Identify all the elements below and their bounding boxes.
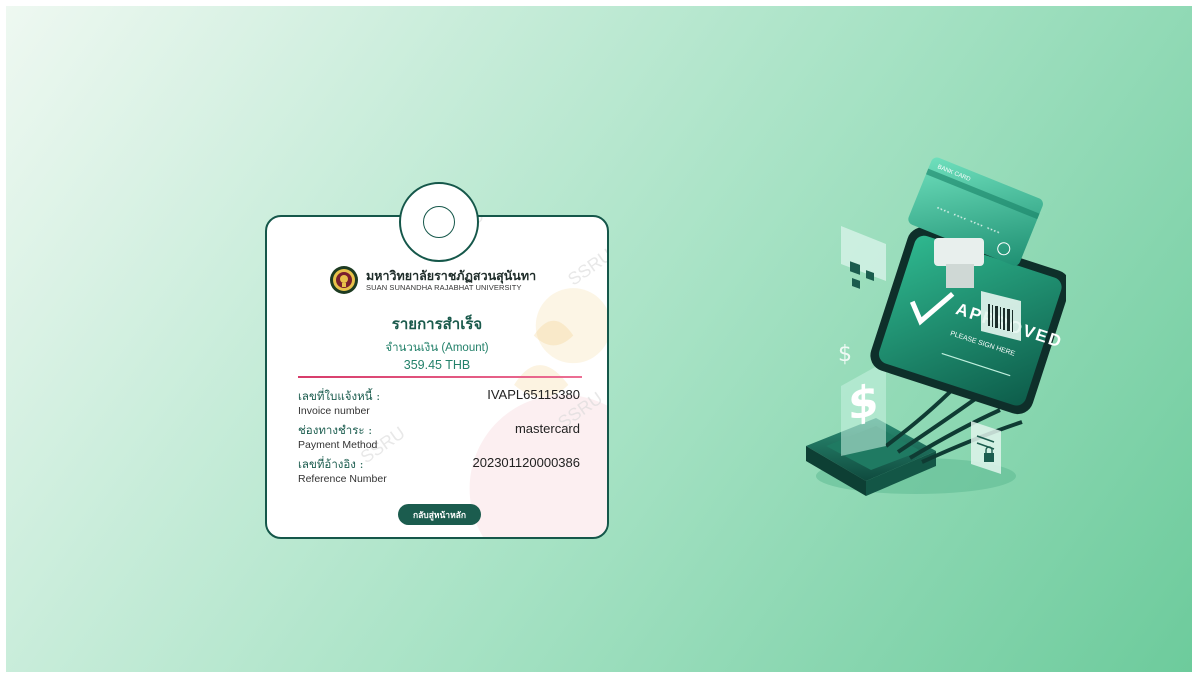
invoice-number-label-en: Invoice number	[298, 405, 370, 417]
back-to-home-button[interactable]: กลับสู่หน้าหลัก	[398, 504, 481, 525]
amount-label: จำนวนเงิน (Amount)	[385, 342, 489, 354]
dollar-icon: $	[848, 375, 879, 431]
reference-number-value: 202301120000386	[472, 455, 581, 470]
divider	[298, 376, 582, 378]
invoice-number-label-th: เลขที่ใบแจ้งหนี้ :	[298, 389, 381, 403]
page-background: SSRU SSRU SSRU SSRU มหาวิทยาลัยราชภัฏสวน…	[6, 6, 1192, 672]
university-name-en: SUAN SUNANDHA RAJABHAT UNIVERSITY	[366, 283, 522, 292]
payment-approved-illustration: $ $ APPROVED PLEASE SIGN HERE BANK CARD …	[806, 157, 1066, 496]
success-circle-icon	[399, 182, 479, 262]
invoice-number-value: IVAPL65115380	[487, 387, 580, 402]
university-emblem-icon	[330, 266, 358, 294]
payment-method-label-th: ช่องทางชำระ :	[298, 423, 373, 437]
amount-value: 359.45 THB	[403, 358, 471, 372]
university-name-th: มหาวิทยาลัยราชภัฏสวนสุนันทา	[366, 268, 537, 283]
payment-method-value: mastercard	[514, 421, 580, 436]
payment-method-label-en: Payment Method	[298, 439, 378, 451]
status-ring	[423, 206, 455, 238]
reference-number-label-en: Reference Number	[298, 473, 387, 485]
dollar-small-icon: $	[838, 342, 852, 367]
page-title: รายการสำเร็จ	[391, 315, 483, 333]
reference-number-label-th: เลขที่อ้างอิง :	[298, 457, 364, 471]
qr-code-icon	[841, 226, 886, 289]
receipt-card: SSRU SSRU SSRU SSRU มหาวิทยาลัยราชภัฏสวน…	[265, 215, 609, 539]
university-header: มหาวิทยาลัยราชภัฏสวนสุนันทา SUAN SUNANDH…	[329, 265, 536, 295]
svg-text:SSRU: SSRU	[564, 245, 607, 290]
